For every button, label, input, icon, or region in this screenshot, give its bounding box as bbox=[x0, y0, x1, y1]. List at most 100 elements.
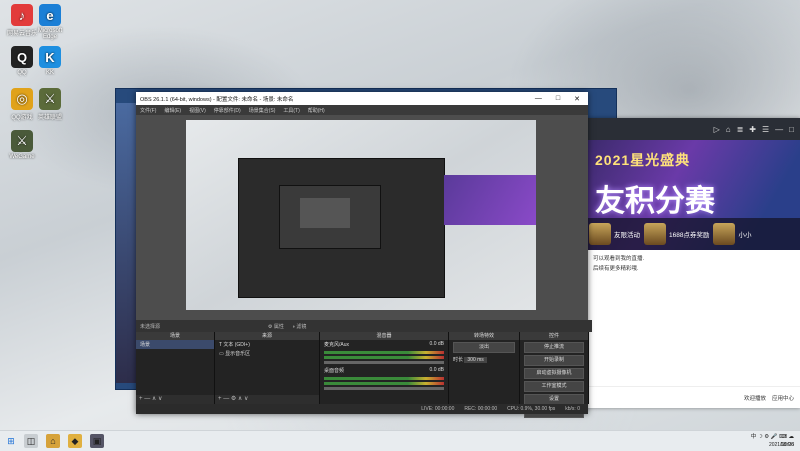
obs-titlebar: OBS 26.1.1 (64-bit, windows) - 配置文件: 未命名… bbox=[136, 92, 588, 105]
event-banner[interactable]: 2021星光盛典 友积分赛 友限活动 1688点券奖励 小小 bbox=[585, 140, 800, 250]
scene-item[interactable]: 场景 bbox=[136, 340, 214, 349]
browser-text: 可以观看到我的直播. 后续有更多精彩哦. bbox=[585, 250, 800, 278]
browser-toolbar: ▷ ⌂ ≣ ✚ ☰ — □ bbox=[585, 118, 800, 140]
volume-slider[interactable] bbox=[324, 361, 444, 364]
banner-thumbs: 友限活动 1688点券奖励 小小 bbox=[585, 218, 800, 250]
sources-header: 来源 bbox=[215, 332, 319, 340]
maximize-icon[interactable]: □ bbox=[556, 95, 560, 103]
desktop-icon[interactable]: K KK bbox=[30, 46, 70, 76]
home-icon[interactable]: ⌂ bbox=[726, 125, 731, 134]
bitrate-status: kb/s: 0 bbox=[565, 406, 580, 412]
menu-item[interactable]: 视图(V) bbox=[189, 107, 206, 114]
down-icon[interactable]: ∨ bbox=[244, 396, 248, 402]
add-icon[interactable]: + bbox=[218, 396, 222, 402]
control-button[interactable]: 停止推流 bbox=[524, 342, 584, 353]
menu-item[interactable]: 文件(F) bbox=[140, 107, 156, 114]
footer-link[interactable]: 欢迎播放 bbox=[744, 394, 766, 402]
nested-obs-window bbox=[238, 158, 445, 298]
menu-item[interactable]: 帮助(H) bbox=[308, 107, 325, 114]
video-icon[interactable]: ▷ bbox=[714, 125, 720, 134]
controls-dock: 控件 停止推流开始录制启动虚拟摄像机工作室模式设置退出 bbox=[520, 332, 589, 418]
obs-window[interactable]: OBS 26.1.1 (64-bit, windows) - 配置文件: 未命名… bbox=[136, 92, 592, 418]
app-icon: ⚔ bbox=[39, 88, 61, 110]
desktop-icon-label: Microsoft Edge bbox=[37, 28, 63, 40]
tray-icons[interactable]: 中 ☽ ⚙ 🎤 ⌨ ☁ bbox=[751, 434, 794, 440]
desktop-icon[interactable]: ⚔ 英雄联盟 bbox=[30, 88, 70, 121]
scenes-dock: 场景 场景 + — ∧ ∨ bbox=[136, 332, 215, 404]
desktop-icon[interactable]: ⚔ WeGame bbox=[2, 130, 42, 160]
sources-footer: + — ⚙ ∧ ∨ bbox=[215, 395, 319, 404]
obs-preview[interactable] bbox=[136, 115, 588, 320]
mixer-header: 混音器 bbox=[320, 332, 448, 340]
cpu-status: CPU: 0.9%, 30.00 fps bbox=[507, 406, 556, 412]
filters-button[interactable]: ◑ 滤镜 bbox=[292, 323, 306, 330]
banner-line1: 2021星光盛典 bbox=[595, 152, 691, 168]
minimize-icon[interactable]: — bbox=[775, 125, 783, 134]
game-sidebar-strip bbox=[116, 103, 136, 383]
desktop-icon-label: KK bbox=[45, 70, 54, 76]
gamepad-icon[interactable]: ✚ bbox=[749, 125, 756, 134]
sources-dock: 来源 T 文本 (GDI+) ▭ 显示音乐区 + — ⚙ ∧ ∨ bbox=[215, 332, 320, 404]
rec-status: REC: 00:00:00 bbox=[464, 406, 498, 412]
menu-item[interactable]: 工具(T) bbox=[283, 107, 299, 114]
list-icon[interactable]: ≣ bbox=[737, 125, 744, 134]
transition-select[interactable]: 淡出 bbox=[453, 342, 515, 353]
properties-button[interactable]: ⚙ 属性 bbox=[268, 323, 284, 330]
duration-input[interactable]: 300 ms bbox=[464, 357, 487, 363]
browser-window[interactable]: ▷ ⌂ ≣ ✚ ☰ — □ 2021星光盛典 友积分赛 友限活动 1688点券奖… bbox=[585, 118, 800, 408]
thumb-item[interactable]: 1688点券奖励 bbox=[644, 222, 709, 246]
preview-canvas[interactable] bbox=[186, 120, 536, 310]
clock-date[interactable]: 2021/10/28 bbox=[769, 442, 794, 448]
menu-item[interactable]: 场景集合(S) bbox=[249, 107, 276, 114]
taskbar: ⊞ ◫ ⌂ ◆ ▣ 中 ☽ ⚙ 🎤 ⌨ ☁ 18:06 2021/10/28 bbox=[0, 430, 800, 451]
up-icon[interactable]: ∧ bbox=[152, 396, 156, 402]
close-icon[interactable]: ✕ bbox=[574, 95, 580, 103]
thumb-image bbox=[644, 223, 666, 245]
menu-item[interactable]: 编辑(E) bbox=[164, 107, 181, 114]
app-icon: e bbox=[39, 4, 61, 26]
audio-meter bbox=[324, 377, 444, 380]
thumb-item[interactable]: 小小 bbox=[713, 222, 751, 246]
taskbar-app-icon[interactable]: ▣ bbox=[90, 434, 104, 448]
control-button[interactable]: 工作室模式 bbox=[524, 381, 584, 392]
mixer-dock: 混音器 麦克风/Aux 0.0 dB 桌面音频 0.0 dB bbox=[320, 332, 449, 404]
obs-title: OBS 26.1.1 (64-bit, windows) - 配置文件: 未命名… bbox=[140, 96, 294, 103]
text-line: 后续有更多精彩哦. bbox=[593, 266, 639, 272]
source-item[interactable]: T 文本 (GDI+) bbox=[215, 340, 319, 349]
obs-statusbar: LIVE: 00:00:00 REC: 00:00:00 CPU: 0.9%, … bbox=[136, 404, 588, 414]
taskbar-app-icon[interactable]: ⌂ bbox=[46, 434, 60, 448]
desktop-icon-label: WeGame bbox=[9, 154, 35, 160]
menu-item[interactable]: 停靠部件(D) bbox=[214, 107, 241, 114]
banner-line2: 友积分赛 bbox=[595, 185, 715, 218]
taskbar-app-icon[interactable]: ◫ bbox=[24, 434, 38, 448]
minimize-icon[interactable]: — bbox=[535, 95, 542, 103]
transitions-dock: 转场特效 淡出 时长 300 ms bbox=[449, 332, 520, 404]
footer-link[interactable]: 应用中心 bbox=[772, 394, 794, 402]
source-item[interactable]: ▭ 显示音乐区 bbox=[215, 349, 319, 358]
taskbar-app-icon[interactable]: ◆ bbox=[68, 434, 82, 448]
thumb-item[interactable]: 友限活动 bbox=[589, 222, 640, 246]
add-icon[interactable]: + bbox=[139, 396, 143, 402]
maximize-icon[interactable]: □ bbox=[789, 125, 794, 134]
transitions-header: 转场特效 bbox=[449, 332, 519, 340]
volume-slider[interactable] bbox=[324, 387, 444, 390]
audio-meter bbox=[324, 382, 444, 385]
thumb-image bbox=[713, 223, 736, 245]
control-button[interactable]: 开始录制 bbox=[524, 355, 584, 366]
remove-icon[interactable]: — bbox=[223, 396, 229, 402]
no-source-label: 未选择源 bbox=[140, 323, 161, 330]
menu-icon[interactable]: ☰ bbox=[762, 125, 769, 134]
app-icon: K bbox=[39, 46, 61, 68]
preview-toolbar: 未选择源 ⚙ 属性 ◑ 滤镜 bbox=[136, 320, 592, 332]
remove-icon[interactable]: — bbox=[144, 396, 150, 402]
up-icon[interactable]: ∧ bbox=[238, 396, 242, 402]
nested-obs-preview bbox=[279, 185, 381, 249]
desktop-icon[interactable]: e Microsoft Edge bbox=[30, 4, 70, 40]
start-icon[interactable]: ⊞ bbox=[4, 434, 18, 448]
scenes-header: 场景 bbox=[136, 332, 214, 340]
gear-icon[interactable]: ⚙ bbox=[231, 396, 236, 402]
nested-banner bbox=[444, 175, 536, 225]
live-status: LIVE: 00:00:00 bbox=[421, 406, 455, 412]
control-button[interactable]: 启动虚拟摄像机 bbox=[524, 368, 584, 379]
down-icon[interactable]: ∨ bbox=[158, 396, 162, 402]
